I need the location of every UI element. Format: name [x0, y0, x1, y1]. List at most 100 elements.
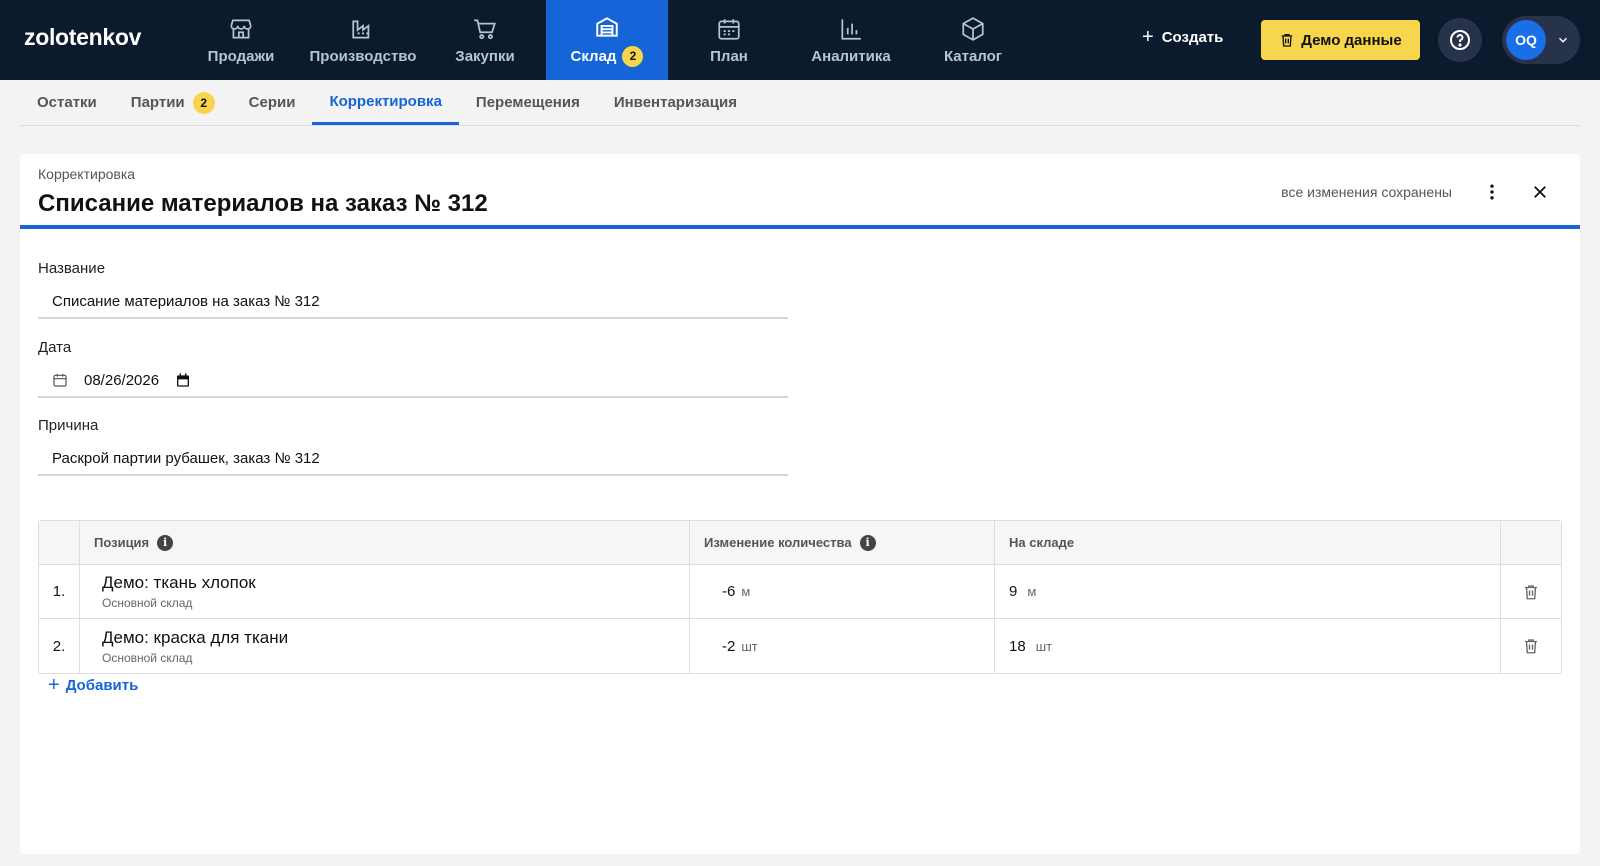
change-qty: -2 [722, 637, 736, 655]
breadcrumb: Корректировка [38, 166, 136, 182]
item-name: Демо: краска для ткани [102, 627, 289, 647]
info-icon[interactable]: i [157, 534, 174, 551]
nav-item-label: План [710, 47, 748, 65]
nav-item-warehouse[interactable]: Склад 2 [546, 0, 668, 80]
page-title: Списание материалов на заказ № 312 [38, 190, 488, 217]
stock-qty: 18 [1009, 637, 1026, 655]
trash-icon [1525, 584, 1537, 599]
create-button[interactable]: + Создать [1142, 26, 1223, 49]
column-header-position: Позиция [94, 535, 150, 550]
help-icon [1450, 30, 1470, 50]
stock-qty: 9 [1009, 583, 1018, 600]
factory-icon [352, 20, 370, 39]
tab-stock[interactable]: Остатки [20, 80, 114, 125]
nav-item-plan[interactable]: План [668, 0, 790, 80]
add-item-button[interactable]: + Добавить [48, 674, 138, 697]
nav-item-purchases[interactable]: Закупки [424, 0, 546, 80]
table-header: Позиция i Изменение количества i На скла… [39, 521, 1561, 565]
stock-unit: шт [1035, 638, 1053, 654]
change-unit: м [741, 584, 751, 599]
delete-row-button[interactable] [1522, 637, 1540, 655]
nav-item-label: Аналитика [811, 47, 891, 65]
tab-label: Перемещения [475, 94, 580, 111]
nav-item-sales[interactable]: Продажи [180, 0, 302, 80]
delete-row-button[interactable] [1522, 583, 1540, 601]
date-input[interactable]: 08/26/2026 [38, 364, 788, 398]
tab-label: Инвентаризация [613, 94, 737, 111]
tab-series[interactable]: Серии [232, 80, 313, 125]
position-cell[interactable]: Демо: ткань хлопок Основной склад [80, 565, 690, 618]
store-icon [230, 18, 252, 39]
help-button[interactable] [1438, 18, 1482, 62]
warehouse-icon [596, 16, 618, 37]
demo-data-label: Демо данные [1301, 31, 1402, 49]
date-picker-icon[interactable] [175, 372, 191, 388]
row-number: 2. [39, 619, 80, 673]
add-item-label: Добавить [65, 677, 139, 694]
stock-cell: 18 шт [995, 619, 1501, 673]
tab-label: Корректировка [329, 92, 442, 110]
calendar-icon [718, 18, 740, 40]
reason-label: Причина [38, 417, 99, 434]
box-icon [962, 16, 984, 41]
table-row: 2. Демо: краска для ткани Основной склад… [39, 619, 1561, 673]
calendar-icon [53, 374, 67, 387]
items-table: Позиция i Изменение количества i На скла… [38, 520, 1562, 674]
change-cell[interactable]: -6 м [690, 565, 995, 618]
name-field: Название Списание материалов на заказ № … [38, 260, 788, 319]
name-label: Название [38, 260, 106, 277]
reason-field: Причина Раскрой партии рубашек, заказ № … [38, 417, 788, 476]
date-label: Дата [38, 339, 72, 356]
stock-cell: 9 м [995, 565, 1501, 618]
user-menu-button[interactable]: OQ [1502, 16, 1580, 64]
change-cell[interactable]: -2 шт [690, 619, 995, 673]
item-warehouse: Основной склад [102, 596, 193, 610]
save-status: все изменения сохранены [1281, 184, 1452, 200]
tab-batches[interactable]: Партии 2 [114, 80, 232, 125]
demo-data-button[interactable]: Демо данные [1261, 20, 1420, 60]
title-divider [20, 225, 1580, 229]
tab-label: Партии [130, 94, 185, 111]
date-field: Дата 08/26/2026 [38, 339, 788, 398]
close-button[interactable] [1528, 180, 1552, 204]
top-navigation-bar: zolotenkov Продажи Производство Закупки … [0, 0, 1600, 80]
create-button-label: Создать [1161, 29, 1224, 46]
plus-icon: + [1142, 26, 1154, 48]
nav-item-label: Продажи [207, 47, 275, 65]
nav-item-label: Склад [570, 47, 617, 65]
tab-badge: 2 [192, 91, 215, 114]
nav-item-label: Закупки [455, 47, 515, 65]
change-qty: -6 [722, 583, 736, 600]
more-options-button[interactable] [1480, 180, 1504, 204]
plus-icon: + [48, 674, 60, 696]
nav-item-production[interactable]: Производство [302, 0, 424, 80]
close-icon [1534, 186, 1546, 198]
nav-item-label: Каталог [943, 47, 1003, 65]
table-row: 1. Демо: ткань хлопок Основной склад -6 … [39, 565, 1561, 619]
nav-item-label: Производство [309, 47, 417, 65]
avatar: OQ [1506, 20, 1546, 60]
chevron-down-icon [1558, 37, 1568, 43]
tab-adjustment[interactable]: Корректировка [312, 80, 459, 125]
item-warehouse: Основной склад [102, 650, 193, 665]
tab-transfers[interactable]: Перемещения [459, 80, 597, 125]
tab-inventory[interactable]: Инвентаризация [597, 80, 754, 125]
trash-icon [1525, 639, 1537, 654]
column-header-stock: На складе [1009, 535, 1075, 550]
nav-badge: 2 [622, 45, 644, 67]
adjustment-card: Корректировка Списание материалов на зак… [20, 154, 1580, 854]
main-nav: Продажи Производство Закупки Склад 2 Пла… [180, 0, 1034, 80]
reason-input[interactable]: Раскрой партии рубашек, заказ № 312 [38, 442, 788, 476]
row-number: 1. [39, 565, 80, 618]
position-cell[interactable]: Демо: краска для ткани Основной склад [80, 619, 690, 673]
trash-icon [1281, 34, 1293, 47]
nav-item-catalog[interactable]: Каталог [912, 0, 1034, 80]
name-input[interactable]: Списание материалов на заказ № 312 [38, 285, 788, 319]
info-icon[interactable]: i [859, 534, 876, 551]
nav-item-analytics[interactable]: Аналитика [790, 0, 912, 80]
more-vertical-icon [1490, 184, 1494, 200]
item-name: Демо: ткань хлопок [102, 573, 256, 592]
tab-label: Серии [248, 94, 296, 111]
app-logo[interactable]: zolotenkov [24, 24, 141, 51]
column-header-change: Изменение количества [704, 535, 852, 550]
